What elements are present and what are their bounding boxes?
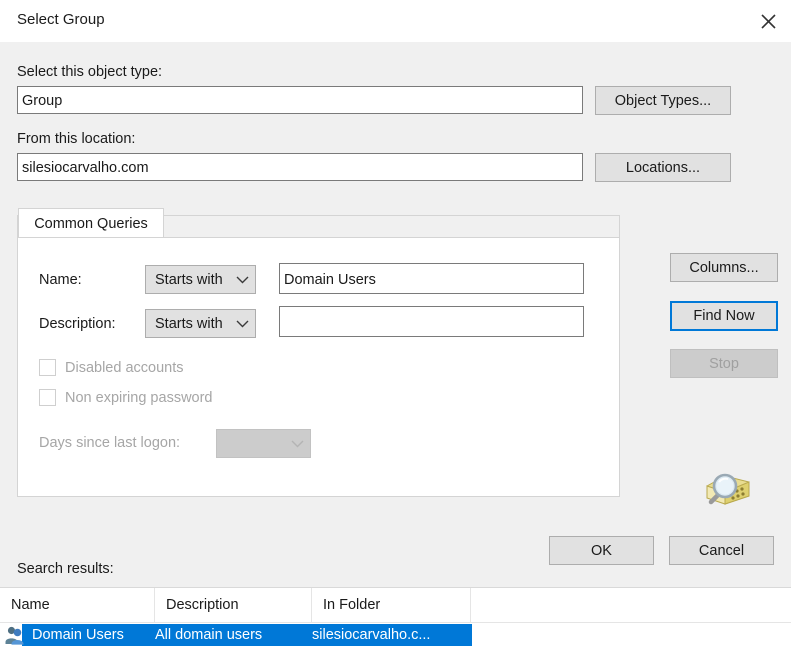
chevron-down-icon <box>229 320 255 328</box>
column-header-name[interactable]: Name <box>0 588 155 622</box>
magnifier-folder-icon <box>695 462 753 514</box>
ok-button[interactable]: OK <box>549 536 654 565</box>
cell-description: All domain users <box>155 627 263 643</box>
checkbox-box <box>39 359 56 376</box>
chevron-down-icon <box>284 440 310 448</box>
title-bar: Select Group <box>0 0 791 42</box>
search-results-list: Name Description In Folder Domain Users … <box>0 588 791 666</box>
name-value-input[interactable]: Domain Users <box>279 263 584 294</box>
column-header-description[interactable]: Description <box>155 588 312 622</box>
disabled-accounts-checkbox[interactable]: Disabled accounts <box>39 359 184 376</box>
cell-name: Domain Users <box>32 627 124 643</box>
chevron-down-icon <box>229 276 255 284</box>
cancel-button[interactable]: Cancel <box>669 536 774 565</box>
location-label: From this location: <box>17 131 136 147</box>
tab-strip: Common Queries <box>17 208 620 238</box>
name-operator-select[interactable]: Starts with <box>145 265 256 294</box>
object-type-label: Select this object type: <box>17 64 163 80</box>
locations-button[interactable]: Locations... <box>595 153 731 182</box>
object-type-input[interactable]: Group <box>17 86 583 114</box>
search-results-label: Search results: <box>17 561 114 577</box>
non-expiring-password-label: Non expiring password <box>65 389 213 406</box>
dialog-body: Select this object type: Group Object Ty… <box>0 42 791 666</box>
days-since-last-logon-select <box>216 429 311 458</box>
cell-in-folder: silesiocarvalho.c... <box>312 627 431 643</box>
find-now-button[interactable]: Find Now <box>670 301 778 331</box>
select-group-dialog: Select Group Select this object type: Gr… <box>0 0 791 666</box>
description-value-input[interactable] <box>279 306 584 337</box>
days-since-last-logon-label: Days since last logon: <box>39 435 181 451</box>
disabled-accounts-label: Disabled accounts <box>65 359 184 376</box>
location-input[interactable]: silesiocarvalho.com <box>17 153 583 181</box>
description-operator-select[interactable]: Starts with <box>145 309 256 338</box>
stop-button[interactable]: Stop <box>670 349 778 378</box>
column-header-in-folder[interactable]: In Folder <box>312 588 471 622</box>
name-operator-value: Starts with <box>155 271 223 288</box>
object-types-button[interactable]: Object Types... <box>595 86 731 115</box>
close-icon[interactable] <box>745 0 791 42</box>
name-label: Name: <box>39 272 82 288</box>
dialog-title: Select Group <box>17 11 105 28</box>
group-icon <box>4 625 26 645</box>
description-operator-value: Starts with <box>155 315 223 332</box>
description-label: Description: <box>39 316 116 332</box>
non-expiring-password-checkbox[interactable]: Non expiring password <box>39 389 213 406</box>
checkbox-box <box>39 389 56 406</box>
columns-button[interactable]: Columns... <box>670 253 778 282</box>
tab-common-queries[interactable]: Common Queries <box>18 208 164 238</box>
